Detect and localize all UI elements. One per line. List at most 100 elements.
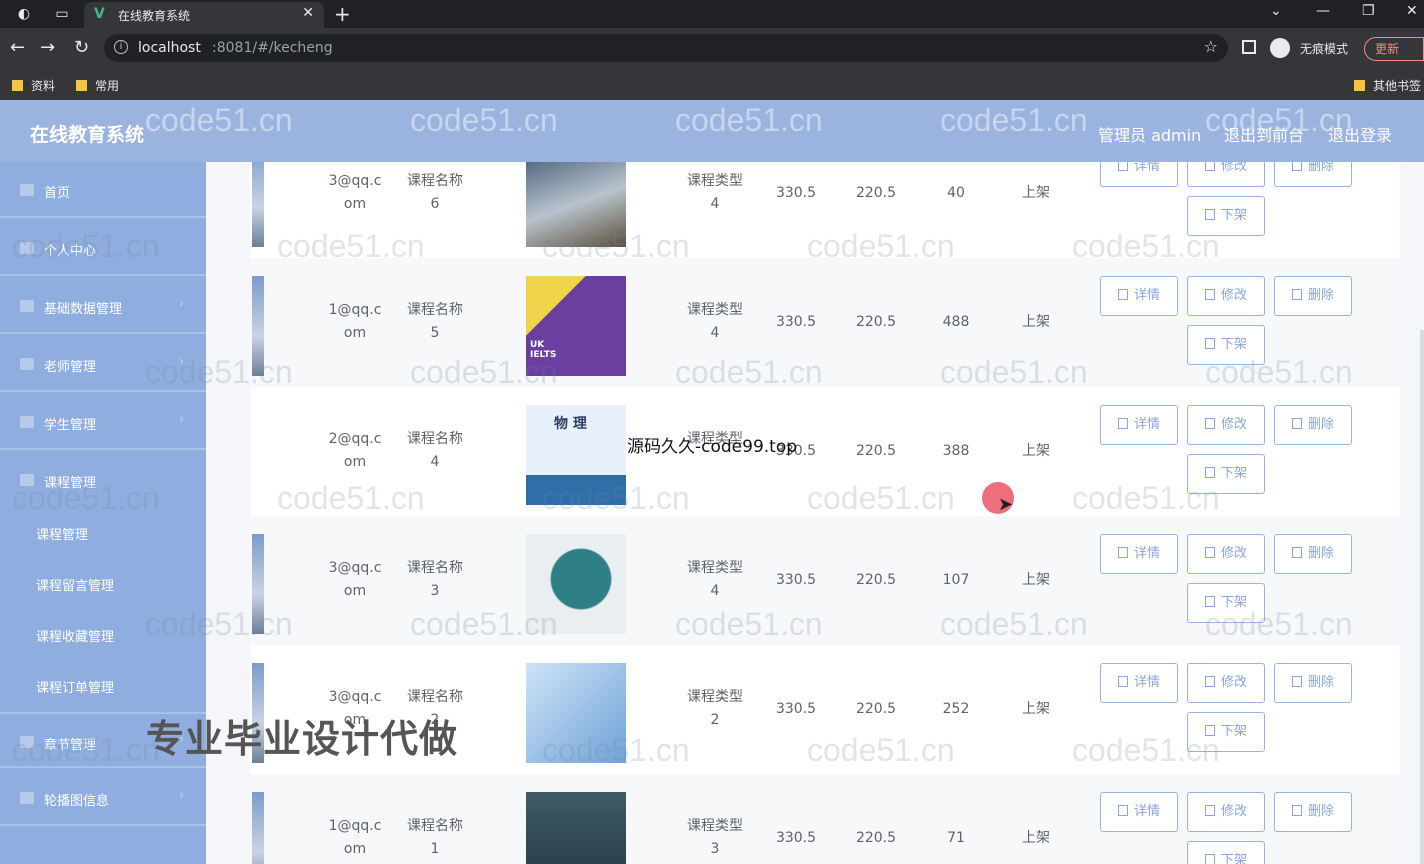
back-icon[interactable]: ← [10, 37, 25, 58]
email-cell: 3@qq.c om [328, 173, 382, 212]
update-button[interactable]: 更新 [1364, 37, 1424, 61]
pencil-icon [1204, 547, 1215, 558]
avatar [252, 792, 264, 864]
offshelf-button[interactable]: 下架 [1187, 583, 1265, 623]
edit-button[interactable]: 修改 [1187, 534, 1265, 574]
student-icon [20, 416, 34, 428]
offshelf-button[interactable]: 下架 [1187, 454, 1265, 494]
browser-menu-icon[interactable]: ◐ [14, 4, 34, 24]
detail-button[interactable]: 详情 [1100, 405, 1178, 445]
bookmark-folder-ziliao[interactable]: 资料 [12, 77, 55, 94]
sidebar-item-courses[interactable]: 课程管理 [0, 452, 206, 508]
window-close-icon[interactable]: ✕ [1406, 3, 1418, 19]
site-info-icon[interactable]: i [114, 40, 128, 54]
offshelf-button[interactable]: 下架 [1187, 325, 1265, 365]
trash-icon [1291, 162, 1302, 171]
restore-icon[interactable]: ❐ [1362, 3, 1375, 19]
document-icon [1117, 676, 1128, 687]
name-cell: 课程名称 6 [407, 173, 463, 212]
offshelf-button[interactable]: 下架 [1187, 196, 1265, 236]
document-icon [1117, 805, 1128, 816]
delete-button[interactable]: 删除 [1274, 405, 1352, 445]
offshelf-button[interactable]: 下架 [1187, 712, 1265, 752]
sidebar-item-base-data[interactable]: 基础数据管理 › [0, 278, 206, 334]
logout-link[interactable]: 退出登录 [1328, 122, 1392, 146]
incognito-icon[interactable] [1270, 38, 1290, 58]
sidebar-item-students[interactable]: 学生管理 › [0, 394, 206, 450]
edit-button[interactable]: 修改 [1187, 663, 1265, 703]
course-image [526, 663, 626, 763]
delete-button[interactable]: 删除 [1274, 663, 1352, 703]
table-row: 3@qq.c om 课程名称 6 课程类型 4 330.5 220.5 40 上架 详… [250, 162, 1400, 258]
folder-icon [76, 80, 87, 91]
sidebar-item-profile[interactable]: 个人中心 [0, 220, 206, 276]
document-icon [1117, 547, 1128, 558]
sidebar-item-label: 学生管理 [44, 418, 97, 433]
pencil-icon [1204, 162, 1215, 171]
type-cell: 课程类型 4 [687, 560, 743, 599]
price-cell: 220.5 [855, 443, 897, 459]
edit-button[interactable]: 修改 [1187, 405, 1265, 445]
delete-button[interactable]: 删除 [1274, 276, 1352, 316]
offshelf-button[interactable]: 下架 [1187, 841, 1265, 864]
delete-button[interactable]: 删除 [1274, 162, 1352, 187]
trash-icon [1291, 676, 1302, 687]
tab-close-icon[interactable]: ✕ [302, 5, 314, 21]
count-cell: 388 [942, 443, 970, 459]
bookmarks-bar: 资料 常用 其他书签 [0, 68, 1424, 100]
tab-list-chevron-icon[interactable]: ⌄ [1270, 3, 1282, 19]
chevron-right-icon: › [179, 354, 184, 368]
app-header: 在线教育系统 管理员 admin 退出到前台 退出登录 [0, 100, 1424, 162]
new-tab-icon[interactable]: + [334, 2, 351, 26]
front-link[interactable]: 退出到前台 [1224, 122, 1304, 146]
document-icon [1204, 338, 1215, 349]
status-cell: 上架 [1022, 314, 1050, 330]
minimize-icon[interactable]: — [1316, 3, 1330, 19]
price-cell: 220.5 [855, 185, 897, 201]
sidebar-item-home[interactable]: 首页 [0, 162, 206, 218]
other-bookmarks[interactable]: 其他书签 [1354, 77, 1421, 94]
edit-button[interactable]: 修改 [1187, 162, 1265, 187]
table-row: 1@qq.c om 课程名称 1 课程类型 3 330.5 220.5 71 上架 详… [250, 774, 1400, 864]
delete-button[interactable]: 删除 [1274, 792, 1352, 832]
sidebar-subitem-course-manage[interactable]: 课程管理 [0, 508, 206, 558]
course-image: 物 理 [526, 405, 626, 505]
email-cell: 3@qq.c om [328, 560, 382, 599]
detail-button[interactable]: 详情 [1100, 276, 1178, 316]
sidebar-subitem-label: 课程留言管理 [36, 579, 115, 594]
overlay-source-text: 源码久久-code99.top [627, 437, 798, 457]
edit-button[interactable]: 修改 [1187, 792, 1265, 832]
table-row: 3@qq.c om 课程名称 3 课程类型 4 330.5 220.5 107 上架 … [250, 516, 1400, 645]
url-field[interactable]: i localhost :8081/#/kecheng ☆ [104, 34, 1228, 62]
database-icon [20, 300, 34, 312]
edit-button[interactable]: 修改 [1187, 276, 1265, 316]
reload-icon[interactable]: ↻ [74, 37, 89, 58]
table-row: 2@qq.c om 课程名称 4 物 理 课程类型 330.5 220.5 388 … [250, 387, 1400, 516]
folder-icon [1354, 80, 1365, 91]
side-panel-icon[interactable] [1242, 40, 1256, 54]
detail-button[interactable]: 详情 [1100, 663, 1178, 703]
detail-button[interactable]: 详情 [1100, 534, 1178, 574]
course-image: UK IELTS [526, 276, 626, 376]
pencil-icon [1204, 418, 1215, 429]
bookmark-star-icon[interactable]: ☆ [1204, 37, 1218, 56]
pencil-icon [1204, 805, 1215, 816]
url-host: localhost [138, 40, 201, 56]
status-cell: 上架 [1022, 701, 1050, 717]
sidebar-item-label: 首页 [44, 186, 71, 201]
sidebar-subitem-course-favorites[interactable]: 课程收藏管理 [0, 610, 206, 660]
sidebar-item-carousel[interactable]: 轮播图信息 › [0, 770, 206, 826]
bookmark-folder-changyong[interactable]: 常用 [76, 77, 119, 94]
delete-button[interactable]: 删除 [1274, 534, 1352, 574]
table-row: 1@qq.c om 课程名称 5 UK IELTS 课程类型 4 330.5 220.… [250, 258, 1400, 387]
sidebar-subitem-course-comments[interactable]: 课程留言管理 [0, 559, 206, 609]
sidebar-subitem-course-orders[interactable]: 课程订单管理 [0, 661, 206, 711]
browser-tab[interactable]: V 在线教育系统 ✕ [84, 2, 324, 28]
sidebar-item-teachers[interactable]: 老师管理 › [0, 336, 206, 392]
detail-button[interactable]: 详情 [1100, 162, 1178, 187]
tab-search-icon[interactable]: ▭ [52, 4, 72, 24]
vertical-scrollbar[interactable] [1420, 330, 1424, 864]
detail-button[interactable]: 详情 [1100, 792, 1178, 832]
forward-icon[interactable]: → [40, 37, 55, 58]
count-cell: 40 [947, 185, 965, 201]
